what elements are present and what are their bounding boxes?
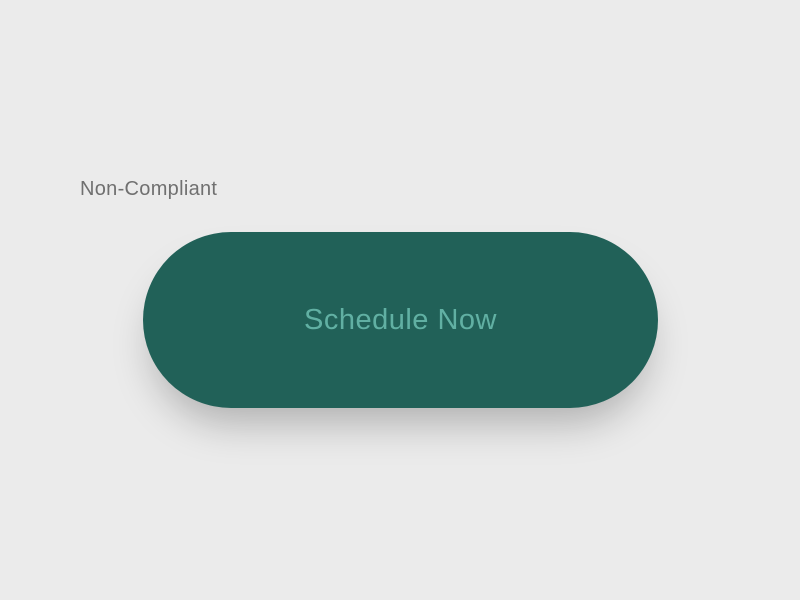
compliance-label: Non-Compliant [80, 178, 217, 201]
schedule-now-button-label: Schedule Now [304, 304, 497, 337]
schedule-now-button[interactable]: Schedule Now [143, 232, 658, 408]
